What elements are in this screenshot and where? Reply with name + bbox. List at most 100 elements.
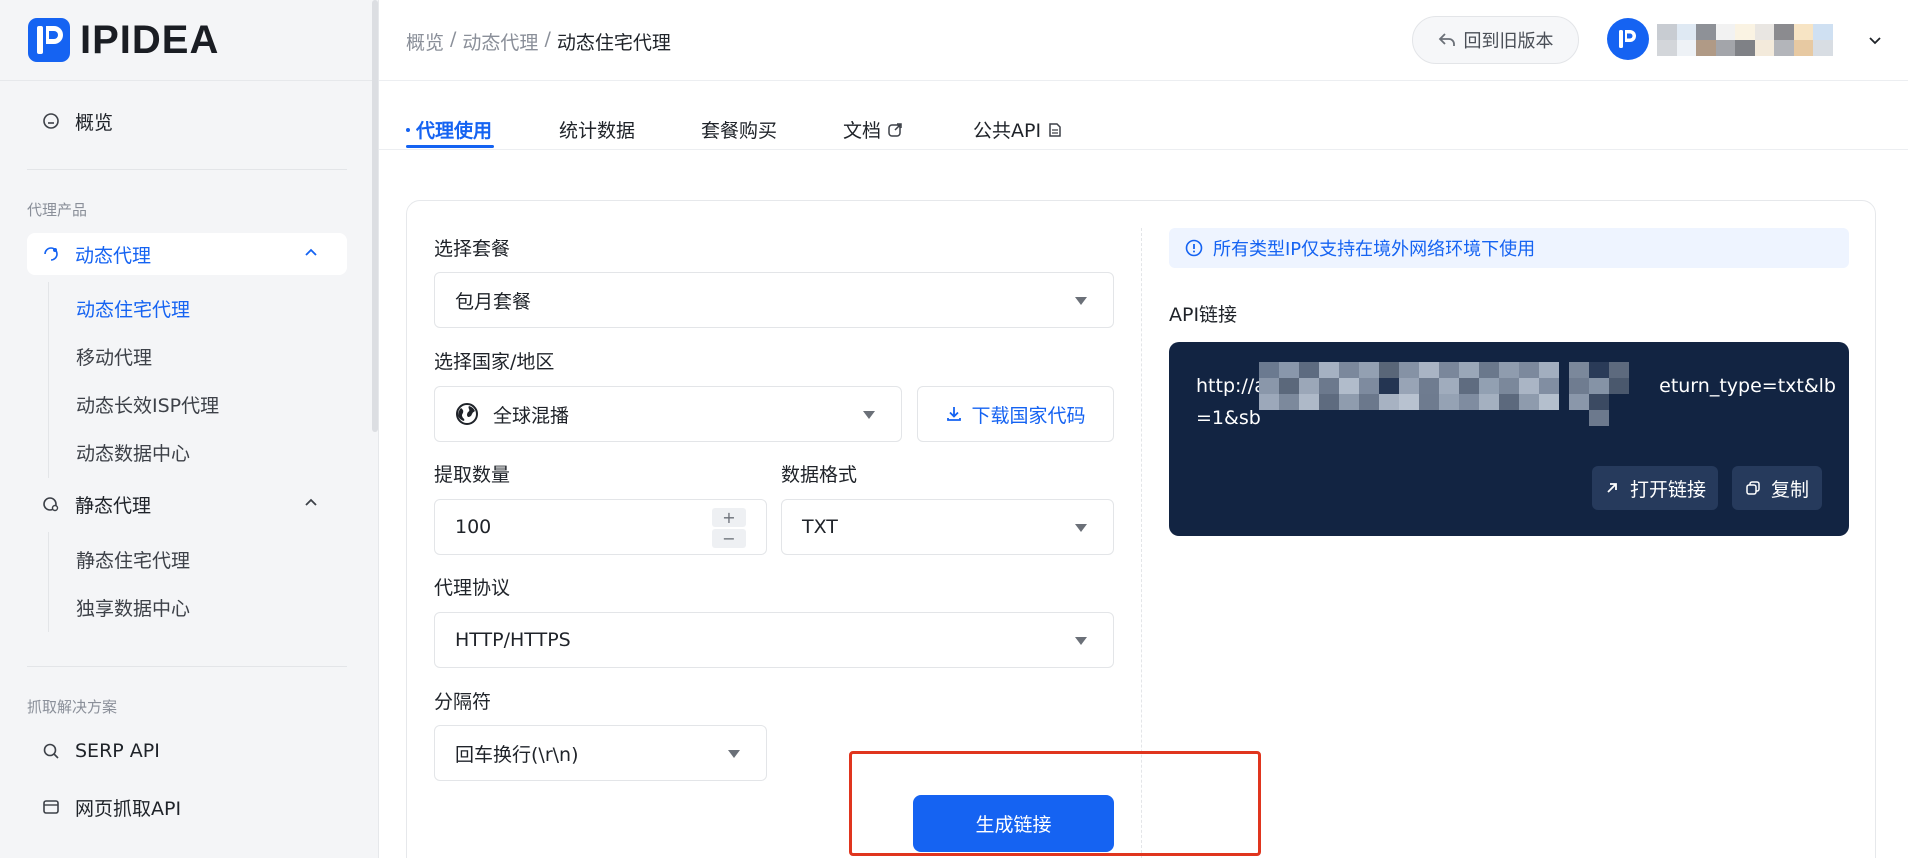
external-link-icon — [888, 122, 902, 137]
sidebar-divider — [0, 80, 378, 81]
tab-active-indicator — [406, 145, 494, 148]
return-icon — [1438, 33, 1455, 46]
chevron-down-icon[interactable] — [1867, 32, 1883, 48]
sidebar-item-label: 动态代理 — [75, 244, 152, 267]
tab-label: 文档 — [843, 120, 882, 142]
avatar[interactable] — [1607, 18, 1649, 60]
old-version-button[interactable]: 回到旧版本 — [1412, 16, 1579, 64]
breadcrumb: 概览 / 动态代理 / 动态住宅代理 — [406, 28, 671, 55]
sidebar-subitem-mobile[interactable]: 移动代理 — [76, 343, 152, 370]
download-country-codes-button[interactable]: 下载国家代码 — [917, 386, 1114, 442]
decrement-button[interactable]: − — [712, 529, 746, 548]
api-link-line2: =1&sb — [1196, 407, 1261, 429]
old-version-label: 回到旧版本 — [1463, 31, 1554, 52]
download-label: 下载国家代码 — [971, 404, 1086, 427]
arrow-up-right-icon — [1607, 483, 1617, 493]
separator-select[interactable]: 回车换行(\r\n) — [434, 725, 767, 781]
format-label: 数据格式 — [781, 464, 858, 486]
static-proxy-icon — [41, 494, 61, 514]
tab-label: 套餐购买 — [701, 120, 778, 142]
copy-button[interactable]: 复制 — [1732, 466, 1822, 510]
chevron-up-icon — [305, 248, 317, 256]
sidebar: IPIDEA 概览 代理产品 动态代理 动态住宅代理 移动代理 动态长效ISP代… — [0, 0, 379, 858]
sidebar-subitem-dynamic-residential[interactable]: 动态住宅代理 — [76, 295, 190, 322]
search-icon — [41, 741, 61, 761]
sidebar-item-overview[interactable]: 概览 — [27, 100, 347, 142]
package-value: 包月套餐 — [455, 290, 532, 313]
tab-docs[interactable]: 文档 — [843, 116, 903, 143]
download-icon — [947, 407, 962, 421]
stepper-controls: + − — [712, 508, 746, 548]
tab-proxy-usage[interactable]: 代理使用 — [406, 116, 492, 143]
quantity-stepper[interactable]: 100 + − — [434, 499, 767, 555]
protocol-select[interactable]: HTTP/HTTPS — [434, 612, 1114, 668]
quantity-label: 提取数量 — [434, 464, 511, 486]
section-label-proxy: 代理产品 — [27, 201, 88, 219]
document-icon — [1049, 122, 1061, 137]
quantity-value: 100 — [455, 516, 492, 538]
submenu-line — [48, 532, 49, 632]
sidebar-item-label: 概览 — [75, 111, 114, 134]
sidebar-subitem-isp[interactable]: 动态长效ISP代理 — [76, 391, 219, 418]
api-link-end: eturn_type=txt&lb — [1659, 375, 1836, 397]
notice-banner: 所有类型IP仅支持在境外网络环境下使用 — [1169, 228, 1849, 268]
sidebar-subitem-dedicated-datacenter[interactable]: 独享数据中心 — [76, 594, 190, 621]
copy-label: 复制 — [1770, 478, 1809, 501]
tab-label: 公共API — [973, 120, 1042, 142]
country-select[interactable]: 全球混播 — [434, 386, 902, 442]
caret-down-icon — [1075, 297, 1087, 305]
format-select[interactable]: TXT — [781, 499, 1114, 555]
country-value: 全球混播 — [493, 404, 570, 427]
submenu-line — [48, 282, 49, 478]
increment-button[interactable]: + — [712, 508, 746, 527]
package-select[interactable]: 包月套餐 — [434, 272, 1114, 328]
top-header: 概览 / 动态代理 / 动态住宅代理 回到旧版本 — [379, 0, 1908, 81]
caret-down-icon — [1075, 637, 1087, 645]
ipidea-logo-icon — [28, 18, 70, 62]
api-link-redaction — [1569, 362, 1629, 426]
sidebar-item-static-proxy[interactable]: 静态代理 — [27, 483, 347, 525]
sidebar-item-web-scrape-api[interactable]: 网页抓取API — [27, 786, 347, 828]
separator-value: 回车换行(\r\n) — [455, 743, 579, 766]
breadcrumb-item[interactable]: 动态代理 — [462, 28, 538, 55]
breadcrumb-separator: / — [544, 28, 551, 50]
api-link-box: http://a eturn_type=txt&lb =1&sb 打开链接 复制 — [1169, 342, 1849, 536]
sidebar-item-label: 静态代理 — [75, 494, 152, 517]
sidebar-subitem-static-residential[interactable]: 静态住宅代理 — [76, 546, 190, 573]
sidebar-subitem-datacenter[interactable]: 动态数据中心 — [76, 439, 190, 466]
tab-label: 统计数据 — [559, 120, 636, 142]
avatar-logo-icon — [1619, 30, 1636, 48]
tab-package-purchase[interactable]: 套餐购买 — [701, 116, 777, 143]
country-label: 选择国家/地区 — [434, 351, 555, 373]
open-link-label: 打开链接 — [1629, 478, 1706, 501]
open-link-button[interactable]: 打开链接 — [1592, 466, 1718, 510]
sidebar-separator — [27, 666, 347, 667]
breadcrumb-separator: / — [450, 28, 457, 50]
format-value: TXT — [802, 516, 838, 538]
sidebar-scrollbar[interactable] — [372, 0, 378, 432]
api-link-redaction — [1259, 362, 1559, 410]
logo[interactable]: IPIDEA — [28, 18, 219, 62]
sidebar-item-dynamic-proxy[interactable]: 动态代理 — [27, 233, 347, 275]
sidebar-separator — [27, 169, 347, 170]
protocol-value: HTTP/HTTPS — [455, 629, 571, 651]
caret-down-icon — [728, 750, 740, 758]
package-label: 选择套餐 — [434, 238, 511, 260]
tab-statistics[interactable]: 统计数据 — [559, 116, 635, 143]
globe-icon — [456, 403, 478, 425]
copy-icon — [1746, 481, 1760, 495]
dynamic-proxy-icon — [41, 244, 61, 264]
highlight-annotation-box — [849, 751, 1261, 856]
protocol-label: 代理协议 — [434, 577, 511, 599]
breadcrumb-current: 动态住宅代理 — [556, 32, 671, 54]
tab-dot — [406, 127, 410, 132]
tab-public-api[interactable]: 公共API — [973, 116, 1063, 143]
sidebar-item-serp-api[interactable]: SERP API — [27, 730, 347, 772]
breadcrumb-item[interactable]: 概览 — [406, 28, 444, 55]
separator-label: 分隔符 — [434, 691, 492, 713]
api-link-label: API链接 — [1169, 304, 1238, 326]
sidebar-item-label: SERP API — [75, 740, 160, 762]
api-link-start: http://a — [1196, 375, 1266, 397]
caret-down-icon — [863, 411, 875, 419]
sidebar-item-label: 网页抓取API — [75, 797, 182, 820]
